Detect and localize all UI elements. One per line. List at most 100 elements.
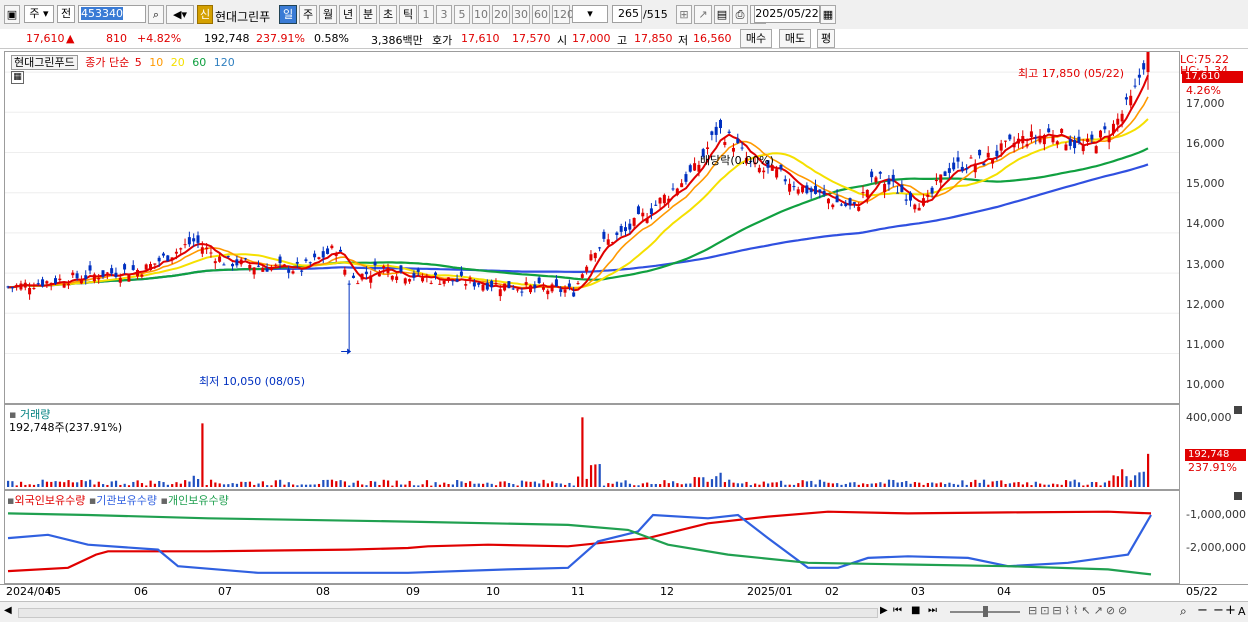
- x-label-08: 08: [316, 585, 330, 598]
- buy-button[interactable]: 매수: [740, 29, 772, 48]
- x-label-12: 12: [660, 585, 674, 598]
- candle-body: [826, 198, 830, 204]
- volume-bar: [805, 481, 809, 487]
- holdings-pane[interactable]: ▪외국인보유수량 ▪기관보유수량 ▪개인보유수량: [4, 490, 1180, 584]
- draw-icon[interactable]: ↗: [694, 5, 712, 24]
- candle-body: [84, 275, 88, 280]
- candle-body: [952, 162, 956, 170]
- period-week[interactable]: 주: [299, 5, 317, 24]
- stop-icon[interactable]: ■: [911, 605, 920, 616]
- candle-body: [896, 192, 900, 194]
- date-input[interactable]: 2025/05/22: [754, 5, 820, 23]
- scroll-right-icon[interactable]: ▶: [880, 605, 888, 616]
- volume-bar: [270, 485, 273, 487]
- scrollbar[interactable]: [18, 608, 878, 618]
- candle-body: [144, 264, 148, 270]
- font-size-icon[interactable]: A: [1238, 605, 1246, 618]
- holdings-close-icon[interactable]: [1234, 492, 1242, 500]
- y-tick-16000: 16,000: [1186, 137, 1225, 150]
- volume-bar: [378, 484, 381, 487]
- volume-bar: [771, 482, 774, 487]
- volume-bar: [179, 483, 182, 487]
- candle-body: [110, 268, 114, 274]
- candle-body: [326, 248, 330, 254]
- count-input[interactable]: 265: [612, 5, 642, 23]
- shin-badge[interactable]: 신: [197, 5, 213, 24]
- candle-body: [1064, 144, 1068, 151]
- interval-20[interactable]: 20: [492, 5, 510, 24]
- interval-1[interactable]: 1: [418, 5, 434, 24]
- price-pane[interactable]: 현대그린푸드 종가 단순 5 10 20 60 120 ▦ 최저 10,050 …: [4, 51, 1180, 404]
- volume-bar: [119, 484, 122, 487]
- volume-bar: [589, 465, 593, 487]
- plus-icon[interactable]: +: [1225, 603, 1236, 618]
- speaker-icon[interactable]: ◀▾: [166, 5, 194, 24]
- period-second[interactable]: 초: [379, 5, 397, 24]
- volume-close-icon[interactable]: [1234, 406, 1242, 414]
- save-icon[interactable]: ▤: [714, 5, 730, 24]
- volume-bar: [840, 484, 843, 487]
- candle-body: [1068, 139, 1072, 146]
- last-icon[interactable]: ⏭: [928, 605, 937, 616]
- table-icon[interactable]: ▦: [11, 71, 24, 84]
- x-label-2025-01: 2025/01: [747, 585, 793, 598]
- calendar-icon[interactable]: ▦: [820, 5, 836, 24]
- search-icon[interactable]: ⌕: [148, 5, 164, 24]
- grid-icon[interactable]: ⊞: [676, 5, 692, 24]
- period-year[interactable]: 년: [339, 5, 357, 24]
- zoom-search-icon[interactable]: ⌕: [1180, 604, 1187, 619]
- print-icon[interactable]: ⎙: [732, 5, 748, 24]
- volume-bar: [266, 485, 269, 487]
- stock-code-input[interactable]: 453340: [78, 5, 146, 23]
- volume-bar: [628, 483, 632, 487]
- interval-120[interactable]: 120: [552, 5, 574, 24]
- candle-body: [265, 268, 269, 272]
- minus-icon[interactable]: −: [1213, 603, 1224, 618]
- window-icon[interactable]: ▣: [4, 5, 20, 24]
- volume-bar: [900, 482, 904, 487]
- drawing-tools-icons[interactable]: ⊟⊡⊟⌇⌇↖↗⊘⊘: [1028, 604, 1130, 617]
- zoom-handle[interactable]: [983, 606, 988, 617]
- legend-ma5: 5: [134, 56, 142, 69]
- candle-body: [395, 276, 399, 281]
- volume-bar: [127, 485, 131, 487]
- candle-body: [921, 198, 925, 206]
- candle-body: [421, 277, 425, 282]
- candle-body: [520, 291, 524, 293]
- candle-body: [54, 278, 57, 284]
- volume-pane[interactable]: ▪ 거래량 192,748주(237.91%): [4, 404, 1180, 490]
- volume-bar: [45, 481, 49, 487]
- zoom-out-icon[interactable]: −: [1197, 603, 1208, 618]
- up-arrow-icon: ▲: [66, 32, 75, 45]
- volume-bar: [149, 480, 152, 487]
- candle-body: [1004, 140, 1007, 142]
- candle-body: [684, 174, 688, 182]
- period-month[interactable]: 월: [319, 5, 337, 24]
- candle-body: [339, 249, 342, 252]
- volume-bar: [1017, 482, 1020, 487]
- interval-select[interactable]: ▾: [572, 5, 608, 23]
- candle-body: [887, 178, 891, 185]
- volume-bar: [853, 482, 856, 487]
- interval-30[interactable]: 30: [512, 5, 530, 24]
- candle-body: [943, 171, 947, 176]
- period-tick[interactable]: 틱: [399, 5, 417, 24]
- volume-bar: [538, 483, 541, 487]
- interval-5[interactable]: 5: [454, 5, 470, 24]
- interval-60[interactable]: 60: [532, 5, 550, 24]
- average-button[interactable]: 평: [817, 29, 835, 48]
- candle-body: [472, 282, 476, 287]
- volume-bar: [814, 484, 817, 487]
- period-minute[interactable]: 분: [359, 5, 377, 24]
- sell-button[interactable]: 매도: [779, 29, 811, 48]
- first-icon[interactable]: ⏮: [893, 605, 902, 616]
- period-day[interactable]: 일: [279, 5, 297, 24]
- interval-3[interactable]: 3: [436, 5, 452, 24]
- market-select[interactable]: 주 ▾: [24, 5, 54, 23]
- scroll-left-icon[interactable]: ◀: [4, 605, 12, 616]
- interval-10[interactable]: 10: [472, 5, 490, 24]
- y-tick-17000: 17,000: [1186, 97, 1225, 110]
- type-select[interactable]: 전: [57, 5, 75, 23]
- volume-bar: [192, 475, 195, 487]
- volume-bar: [188, 481, 191, 487]
